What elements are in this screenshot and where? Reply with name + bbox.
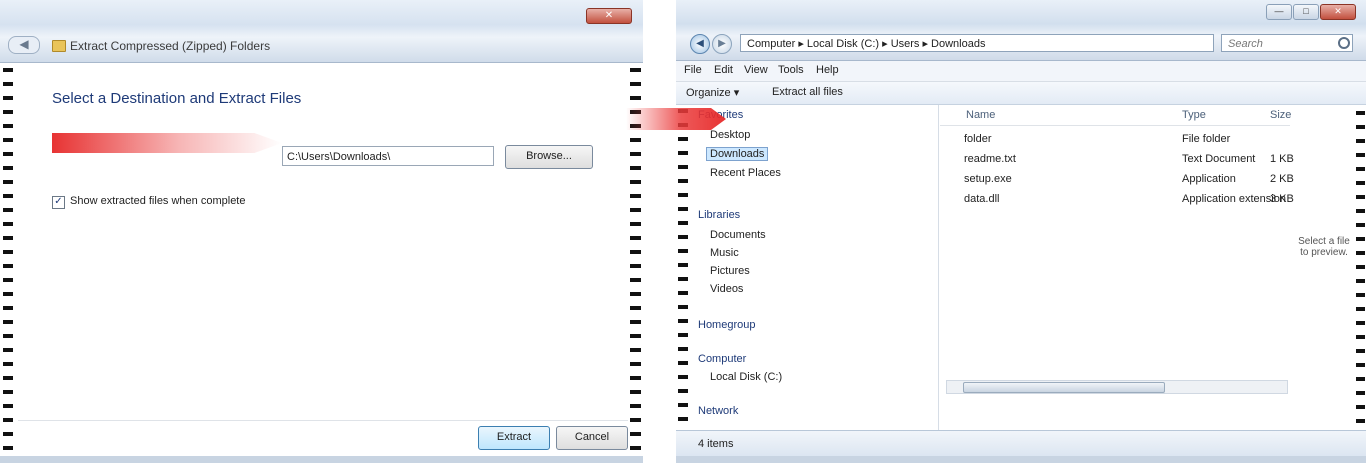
red-arrow-icon — [52, 133, 282, 153]
wizard-title: Extract Compressed (Zipped) Folders — [70, 39, 271, 53]
nav-videos[interactable]: Videos — [710, 283, 743, 295]
close-button[interactable]: ✕ — [586, 8, 632, 24]
extract-wizard-window: ◀ Extract Compressed (Zipped) Folders ✕ … — [0, 0, 643, 463]
table-row[interactable]: setup.exe Application 2 KB — [940, 171, 1294, 189]
nav-network[interactable]: Network — [698, 405, 738, 417]
nav-documents[interactable]: Documents — [710, 229, 766, 241]
extract-button[interactable]: Extract — [478, 426, 550, 450]
menu-edit[interactable]: Edit — [714, 64, 733, 76]
file-list: Name Type Size folder File folder readme… — [940, 105, 1294, 380]
footer-divider — [18, 420, 628, 421]
explorer-window: — □ ✕ ◀ ▶ Computer ▸ Local Disk (C:) ▸ U… — [626, 0, 1366, 463]
cancel-button[interactable]: Cancel — [556, 426, 628, 450]
menu-view[interactable]: View — [744, 64, 768, 76]
nav-computer[interactable]: Computer — [698, 353, 746, 365]
nav-music[interactable]: Music — [710, 247, 739, 259]
wizard-heading: Select a Destination and Extract Files — [52, 90, 302, 107]
show-files-label: Show extracted files when complete — [70, 195, 246, 207]
right-border — [1354, 105, 1366, 430]
wizard-title-bar — [0, 0, 643, 63]
file-size: 1 KB — [1270, 153, 1294, 165]
back-arrow-icon[interactable]: ◀ — [690, 34, 710, 54]
red-arrow-icon — [626, 108, 726, 130]
search-input[interactable]: Search — [1221, 34, 1353, 52]
extract-all-button[interactable]: Extract all files — [772, 86, 843, 98]
forward-arrow-icon[interactable]: ▶ — [712, 34, 732, 54]
menu-help[interactable]: Help — [816, 64, 839, 76]
file-name: setup.exe — [964, 173, 1012, 185]
nav-downloads[interactable]: Downloads — [706, 147, 769, 161]
column-type[interactable]: Type — [1182, 109, 1206, 121]
nav-libraries[interactable]: Libraries — [698, 209, 740, 221]
preview-pane-text: Select a file to preview. — [1298, 236, 1350, 258]
horizontal-scrollbar[interactable] — [946, 380, 1288, 394]
search-icon — [1338, 37, 1350, 49]
command-bar: Organize ▾ Extract all files — [676, 82, 1366, 105]
nav-desktop[interactable]: Desktop — [710, 129, 750, 141]
nav-pictures[interactable]: Pictures — [710, 265, 750, 277]
file-name: data.dll — [964, 193, 1000, 205]
column-headers: Name Type Size — [940, 105, 1291, 126]
column-name[interactable]: Name — [966, 109, 995, 121]
navigation-pane: Favorites Desktop Downloads Recent Place… — [676, 105, 939, 430]
table-row[interactable]: data.dll Application extension 3 KB — [940, 191, 1294, 209]
address-bar[interactable]: Computer ▸ Local Disk (C:) ▸ Users ▸ Dow… — [740, 34, 1214, 52]
desktop-gap — [643, 0, 676, 463]
bottom-border — [0, 456, 643, 463]
nav-local-disk[interactable]: Local Disk (C:) — [710, 371, 782, 383]
table-row[interactable]: readme.txt Text Document 1 KB — [940, 151, 1294, 169]
column-size[interactable]: Size — [1270, 109, 1291, 121]
minimize-button[interactable]: — — [1266, 4, 1292, 20]
nav-recent-places[interactable]: Recent Places — [710, 167, 781, 179]
details-pane: 4 items — [676, 430, 1366, 457]
file-size: 2 KB — [1270, 173, 1294, 185]
destination-path-input[interactable]: C:\Users\Downloads\ — [282, 146, 494, 166]
nav-homegroup[interactable]: Homegroup — [698, 319, 755, 331]
menu-file[interactable]: File — [684, 64, 702, 76]
file-type: Application — [1182, 173, 1236, 185]
zip-folder-icon — [52, 40, 66, 52]
browse-button[interactable]: Browse... — [505, 145, 593, 169]
window-controls: — □ ✕ — [1266, 4, 1356, 20]
organize-button[interactable]: Organize ▾ — [686, 86, 739, 99]
bottom-border — [676, 456, 1366, 463]
show-files-checkbox[interactable]: ✓ — [52, 196, 65, 209]
file-type: Text Document — [1182, 153, 1256, 165]
menu-tools[interactable]: Tools — [778, 64, 804, 76]
file-name: readme.txt — [964, 153, 1016, 165]
table-row[interactable]: folder File folder — [940, 131, 1290, 149]
back-arrow-icon[interactable]: ◀ — [8, 36, 40, 54]
item-count: 4 items — [698, 438, 734, 450]
file-size: 3 KB — [1270, 193, 1294, 205]
close-button[interactable]: ✕ — [1320, 4, 1356, 20]
maximize-button[interactable]: □ — [1293, 4, 1319, 20]
file-type: File folder — [1182, 133, 1231, 145]
left-border — [0, 62, 18, 463]
menu-bar: File Edit View Tools Help — [676, 61, 1366, 82]
file-name: folder — [964, 133, 992, 145]
scrollbar-thumb[interactable] — [963, 382, 1165, 393]
